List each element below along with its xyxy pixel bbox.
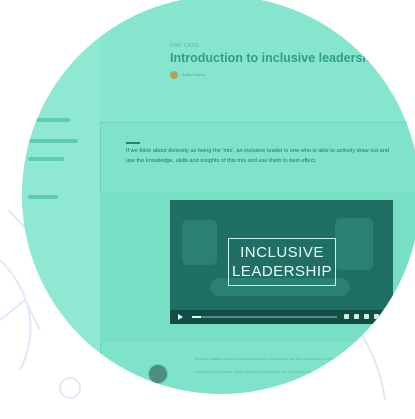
sidebar-item[interactable]: [28, 195, 58, 199]
comment-paragraph-2: Creating environments where different pe…: [194, 369, 336, 374]
volume-icon[interactable]: [344, 314, 349, 319]
commenter-avatar: [148, 364, 168, 384]
video-progress-fill: [192, 316, 201, 318]
video-scene-shape: [335, 218, 373, 270]
top-handle: [330, 10, 350, 13]
sidebar-item[interactable]: [28, 139, 78, 143]
video-player[interactable]: INCLUSIVE LEADERSHIP: [170, 200, 393, 324]
video-title-line2: LEADERSHIP: [231, 263, 333, 280]
settings-icon[interactable]: [354, 314, 359, 319]
circular-screenshot-frame: HBR CASE Introduction to inclusive leade…: [22, 0, 415, 394]
comment-text: Inclusive leaders ensure that everyone f…: [194, 356, 404, 375]
video-scene-shape: [182, 220, 217, 265]
author-avatar: [170, 71, 178, 79]
video-title-line1: INCLUSIVE: [240, 244, 324, 261]
lesson-header: HBR CASE Introduction to inclusive leade…: [100, 0, 415, 123]
author-name: Author name: [182, 72, 205, 77]
video-controls: [170, 310, 393, 324]
video-title-frame: INCLUSIVE LEADERSHIP: [228, 238, 336, 286]
play-icon[interactable]: [178, 314, 183, 320]
course-main: HBR CASE Introduction to inclusive leade…: [100, 0, 415, 394]
course-sidebar: [22, 0, 101, 394]
video-section: INCLUSIVE LEADERSHIP: [100, 192, 415, 342]
fullscreen-icon[interactable]: [374, 314, 379, 319]
captions-icon[interactable]: [364, 314, 369, 319]
video-progress-bar[interactable]: [192, 316, 337, 318]
sidebar-item[interactable]: [28, 157, 64, 161]
section-divider: [126, 142, 140, 144]
intro-paragraph: If we think about diversity as being the…: [126, 148, 390, 164]
comment-paragraph-1: Inclusive leaders ensure that everyone f…: [194, 357, 370, 361]
page-title: Introduction to inclusive leadership: [170, 51, 382, 65]
lesson-kicker: HBR CASE: [170, 43, 200, 49]
sidebar-item[interactable]: [28, 118, 70, 122]
